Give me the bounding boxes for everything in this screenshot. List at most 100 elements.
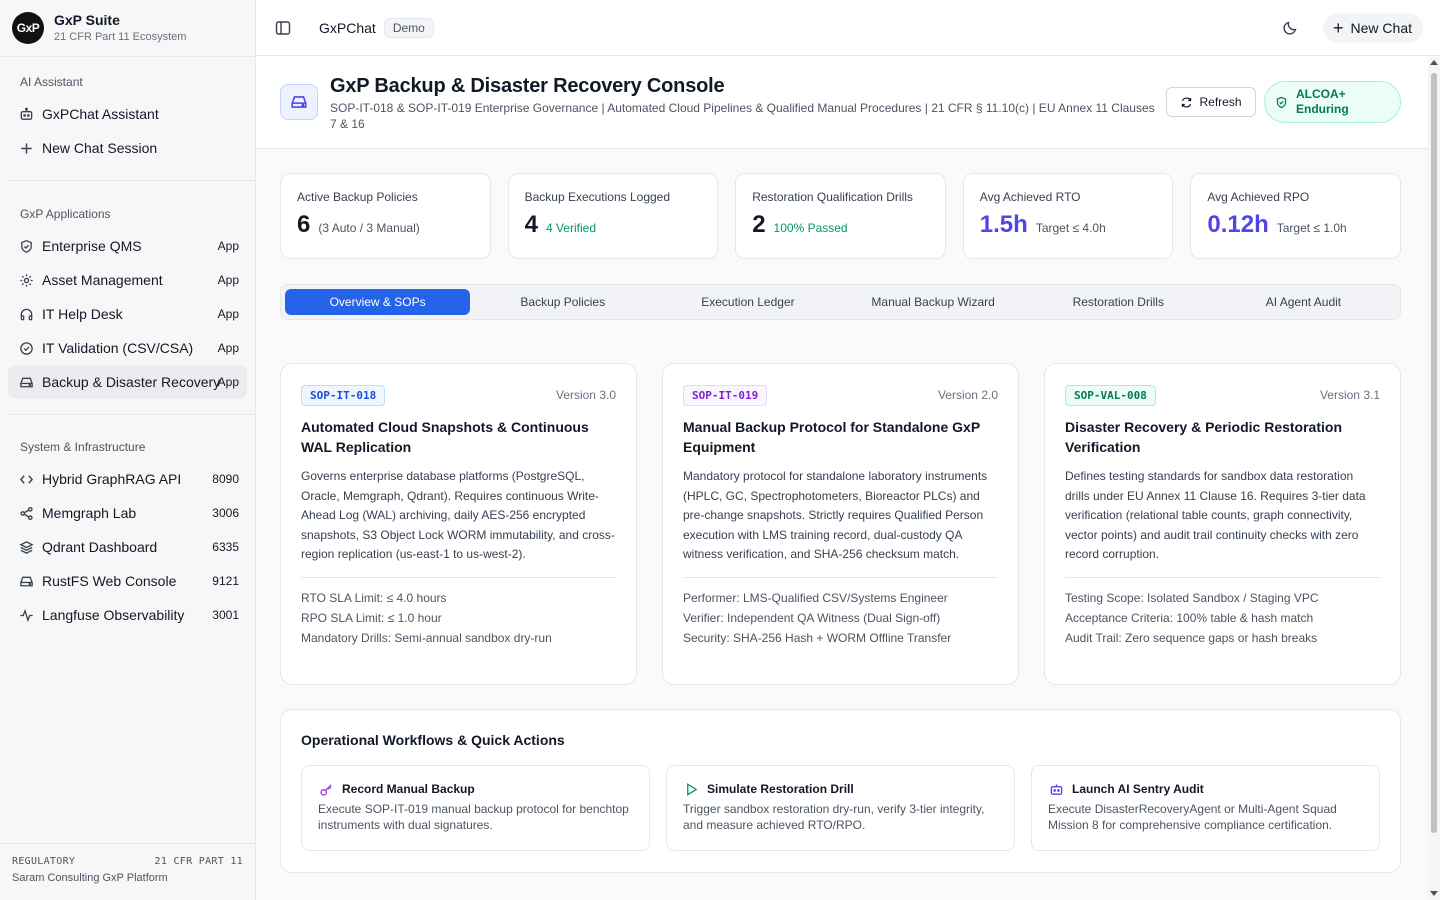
- workflows-panel: Operational Workflows & Quick Actions Re…: [280, 709, 1401, 873]
- plus-icon: +: [1333, 18, 1344, 38]
- refresh-button[interactable]: Refresh: [1166, 87, 1256, 117]
- sop-meta-line: Mandatory Drills: Semi-annual sandbox dr…: [301, 630, 552, 645]
- divider: [683, 576, 998, 578]
- sidebar-item-hybrid-graphrag-api[interactable]: Hybrid GraphRAG API 8090: [8, 462, 247, 496]
- activity-icon: [18, 607, 34, 623]
- brand-subtitle: 21 CFR Part 11 Ecosystem: [54, 31, 187, 43]
- section-title: GxP Applications: [20, 207, 111, 221]
- sidebar-item-enterprise-qms[interactable]: Enterprise QMS App: [8, 229, 247, 263]
- sop-meta-line: Security: SHA-256 Hash + WORM Offline Tr…: [683, 630, 952, 645]
- app-badge: App: [217, 375, 239, 389]
- sidebar-item-qdrant-dashboard[interactable]: Qdrant Dashboard 6335: [8, 530, 247, 564]
- simulate-restoration-drill-action[interactable]: Simulate Restoration Drill Trigger sandb…: [666, 765, 1015, 851]
- sidebar-item-label: Memgraph Lab: [42, 505, 137, 521]
- sidebar-item-label: IT Validation (CSV/CSA): [42, 340, 194, 356]
- footer-org: Saram Consulting GxP Platform: [12, 872, 168, 884]
- main-scrollbar[interactable]: [1428, 57, 1440, 900]
- tab-backup-policies[interactable]: Backup Policies: [470, 289, 655, 315]
- port-badge: 3001: [212, 608, 239, 622]
- action-description: Execute SOP-IT-019 manual backup protoco…: [318, 802, 629, 832]
- divider: [301, 576, 616, 578]
- sidebar-item-rustfs-web-console[interactable]: RustFS Web Console 9121: [8, 564, 247, 598]
- hard-drive-icon: [18, 573, 34, 589]
- launch-ai-sentry-audit-action[interactable]: Launch AI Sentry Audit Execute DisasterR…: [1031, 765, 1380, 851]
- tab-manual-backup-wizard[interactable]: Manual Backup Wizard: [841, 289, 1026, 315]
- stat-card-executions: Backup Executions Logged 4 4 Verified: [507, 173, 719, 259]
- sop-card: SOP-IT-018 Version 3.0 Automated Cloud S…: [280, 363, 637, 685]
- scroll-up-icon[interactable]: [1430, 60, 1438, 65]
- sidebar-item-label: Langfuse Observability: [42, 607, 185, 623]
- shield-icon: [18, 238, 34, 254]
- record-manual-backup-action[interactable]: Record Manual Backup Execute SOP-IT-019 …: [301, 765, 650, 851]
- status-line-1: ALCOA+: [1296, 87, 1346, 101]
- moon-icon[interactable]: [1280, 18, 1300, 38]
- sidebar-item-label: RustFS Web Console: [42, 573, 177, 589]
- sop-code-badge: SOP-IT-019: [683, 384, 768, 406]
- sidebar-item-it-help-desk[interactable]: IT Help Desk App: [8, 297, 247, 331]
- sidebar-item-memgraph-lab[interactable]: Memgraph Lab 3006: [8, 496, 247, 530]
- share-icon: [18, 505, 34, 521]
- app-title: GxPChat: [319, 19, 376, 36]
- stat-card-active-policies: Active Backup Policies 6 (3 Auto / 3 Manu…: [280, 173, 491, 259]
- sop-title: Manual Backup Protocol for Standalone Gx…: [683, 419, 980, 455]
- hard-drive-icon: [280, 84, 318, 120]
- console-header: GxP Backup & Disaster Recovery Console S…: [256, 57, 1428, 149]
- stat-note: 100% Passed: [773, 221, 848, 235]
- scroll-down-icon[interactable]: [1430, 891, 1438, 896]
- port-badge: 6335: [212, 540, 239, 554]
- new-chat-button[interactable]: + New Chat: [1323, 13, 1423, 43]
- sop-meta-line: RTO SLA Limit: ≤ 4.0 hours: [301, 590, 447, 605]
- sidebar-item-asset-management[interactable]: Asset Management App: [8, 263, 247, 297]
- stat-value: 4: [524, 211, 538, 238]
- sidebar-item-label: Enterprise QMS: [42, 238, 142, 254]
- sop-meta-line: RPO SLA Limit: ≤ 1.0 hour: [301, 610, 442, 625]
- tab-execution-ledger[interactable]: Execution Ledger: [655, 289, 840, 315]
- sidebar-item-langfuse-observability[interactable]: Langfuse Observability 3001: [8, 598, 247, 632]
- workflows-title: Operational Workflows & Quick Actions: [301, 732, 565, 748]
- sidebar-item-new-chat-session[interactable]: New Chat Session: [8, 131, 247, 165]
- stat-note: 4 Verified: [545, 221, 596, 235]
- sidebar-item-label: GxPChat Assistant: [42, 106, 159, 122]
- stat-card-rto: Avg Achieved RTO 1.5h Target ≤ 4.0h: [962, 173, 1174, 259]
- sidebar-toggle-icon[interactable]: [273, 18, 293, 38]
- sop-title: Disaster Recovery & Periodic Restoration…: [1065, 419, 1342, 455]
- sidebar-item-gxpchat-assistant[interactable]: GxPChat Assistant: [8, 97, 247, 131]
- stat-value: 6: [297, 211, 311, 238]
- stat-note: (3 Auto / 3 Manual): [318, 221, 420, 235]
- app-badge: App: [217, 239, 239, 253]
- shield-check-icon: [1276, 96, 1287, 108]
- stat-label: Avg Achieved RTO: [979, 190, 1081, 204]
- robot-icon: [1048, 781, 1064, 797]
- stats-row: Active Backup Policies 6 (3 Auto / 3 Manu…: [280, 173, 1401, 259]
- sop-description: Mandatory protocol for standalone labora…: [683, 469, 988, 561]
- port-badge: 9121: [212, 574, 239, 588]
- main-content: GxP Backup & Disaster Recovery Console S…: [256, 57, 1428, 900]
- tab-restoration-drills[interactable]: Restoration Drills: [1026, 289, 1211, 315]
- sidebar-item-label: New Chat Session: [42, 140, 158, 156]
- brand[interactable]: GxP GxP Suite 21 CFR Part 11 Ecosystem: [0, 0, 255, 57]
- stat-value: 0.12h: [1207, 211, 1269, 238]
- sidebar-item-label: Hybrid GraphRAG API: [42, 471, 182, 487]
- sop-meta-line: Testing Scope: Isolated Sandbox / Stagin…: [1065, 590, 1319, 605]
- stat-note: Target ≤ 4.0h: [1035, 221, 1106, 235]
- sop-version: Version 2.0: [937, 388, 998, 402]
- tab-overview-sops[interactable]: Overview & SOPs: [285, 289, 471, 315]
- status-line-2: Enduring: [1296, 102, 1349, 116]
- action-name: Simulate Restoration Drill: [707, 782, 854, 796]
- sidebar-footer: REGULATORY 21 CFR PART 11 Saram Consulti…: [0, 843, 255, 900]
- robot-icon: [18, 106, 34, 122]
- footer-regulation: 21 CFR PART 11: [154, 856, 243, 867]
- sidebar-item-backup-disaster-recovery[interactable]: Backup & Disaster Recovery App: [8, 365, 247, 399]
- tab-ai-agent-audit[interactable]: AI Agent Audit: [1211, 289, 1396, 315]
- sidebar-item-it-validation[interactable]: IT Validation (CSV/CSA) App: [8, 331, 247, 365]
- action-description: Execute DisasterRecoveryAgent or Multi-A…: [1048, 802, 1337, 832]
- sop-meta-line: Performer: LMS-Qualified CSV/Systems Eng…: [683, 590, 948, 605]
- port-badge: 3006: [212, 506, 239, 520]
- app-badge: App: [217, 273, 239, 287]
- scroll-thumb[interactable]: [1431, 73, 1437, 833]
- refresh-icon: [1182, 96, 1192, 108]
- app-badge: App: [217, 341, 239, 355]
- tab-bar: Overview & SOPs Backup Policies Executio…: [280, 284, 1401, 320]
- plus-icon: [18, 140, 34, 156]
- section-ai-assistant: AI Assistant GxPChat Assistant New Chat …: [0, 57, 255, 165]
